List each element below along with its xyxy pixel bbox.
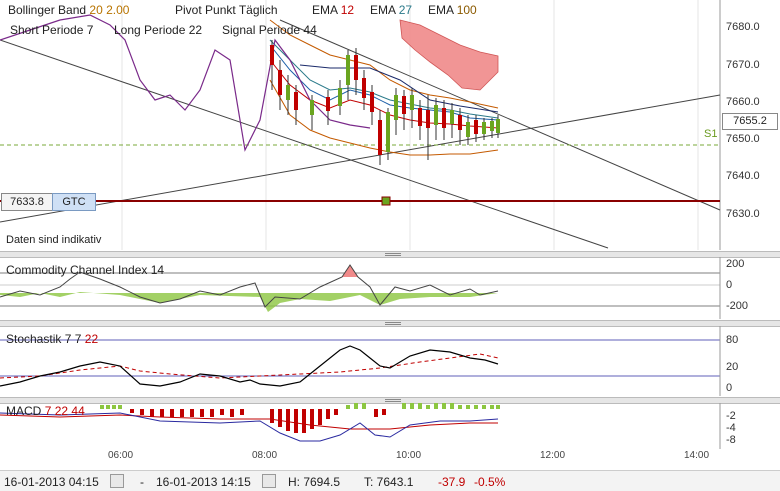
cci-label: Commodity Channel Index 14 — [6, 263, 164, 277]
bollinger-label: Bollinger Band 20 2.00 — [8, 3, 129, 17]
short-name: Short Periode — [10, 23, 84, 37]
stoch-main-line — [0, 345, 499, 387]
calendar-from-icon[interactable] — [110, 474, 124, 488]
date-to: 16-01-2013 14:15 — [156, 475, 251, 489]
stoch-chart — [0, 326, 721, 396]
price-tick: 7640.0 — [726, 170, 760, 182]
cloud-area — [399, 19, 499, 91]
high-value: H: 7694.5 — [288, 475, 341, 489]
date-from: 16-01-2013 04:15 — [4, 475, 99, 489]
signal-name: Signal Periode — [222, 23, 301, 37]
stoch-name: Stochastik — [6, 332, 62, 346]
short-value: 7 — [86, 23, 94, 37]
order-price-box[interactable]: 7633.8 — [1, 193, 53, 211]
ema12-name: EMA — [312, 3, 338, 17]
current-price-badge: 7655.2 — [722, 113, 778, 130]
footer-bar: 16-01-2013 04:15 - 16-01-2013 14:15 H: 7… — [0, 470, 780, 491]
ema27-value: 27 — [398, 3, 413, 17]
macd-histogram — [100, 403, 500, 433]
pivot-label: Pivot Punkt Täglich — [175, 3, 278, 17]
signal-value: 44 — [303, 23, 317, 37]
pivot-s1-label: S1 — [704, 128, 718, 140]
long-value: 22 — [188, 23, 203, 37]
stoch-signal-line — [0, 353, 499, 379]
ema27-name: EMA — [370, 3, 396, 17]
price-tick: 7660.0 — [726, 96, 760, 108]
cci-tick: -200 — [726, 300, 749, 312]
macd-chart — [0, 403, 721, 449]
order-marker — [381, 196, 391, 206]
macd-signal: 44 — [71, 404, 85, 418]
cci-negative-fill — [0, 292, 498, 312]
trendline-down-2 — [279, 19, 721, 211]
order-type-button[interactable]: GTC — [52, 193, 96, 211]
long-name: Long Periode — [114, 23, 186, 37]
stoch-tick: 20 — [726, 361, 739, 373]
ema12-value: 12 — [340, 3, 355, 17]
stoch-label: Stochastik 7 7 22 — [6, 332, 98, 346]
ema27-label: EMA 27 — [370, 3, 412, 17]
bollinger-period: 20 — [89, 3, 103, 17]
macd-pane[interactable]: MACD 7 22 44 -2 -4 -8 — [0, 403, 780, 449]
macd-fast: 7 — [44, 404, 52, 418]
price-tick: 7670.0 — [726, 59, 760, 71]
price-pane[interactable]: Bollinger Band 20 2.00 Pivot Punkt Tägli… — [0, 0, 780, 250]
cci-name: Commodity Channel Index — [6, 263, 148, 277]
stoch-tick: 80 — [726, 334, 739, 346]
short-period-label: Short Periode 7 — [10, 23, 93, 37]
x-axis-label: 08:00 — [252, 450, 278, 461]
calendar-to-icon[interactable] — [262, 474, 276, 488]
x-axis-label: 06:00 — [108, 450, 134, 461]
price-tick: 7630.0 — [726, 208, 760, 220]
low-value: T: 7643.1 — [364, 475, 414, 489]
macd-label: MACD 7 22 44 — [6, 404, 85, 418]
indicative-note: Daten sind indikativ — [6, 234, 102, 246]
cci-tick: 0 — [726, 279, 733, 291]
cci-positive-fill — [342, 265, 358, 277]
ema12-label: EMA 12 — [312, 3, 354, 17]
long-period-label: Long Periode 22 — [114, 23, 202, 37]
stoch-slow: 7 — [74, 332, 82, 346]
stoch-d: 22 — [84, 332, 99, 346]
macd-name: MACD — [6, 404, 42, 418]
cci-period: 14 — [150, 263, 165, 277]
stoch-k: 7 — [64, 332, 72, 346]
stoch-tick: 0 — [726, 382, 733, 394]
macd-tick: -4 — [726, 422, 736, 434]
macd-tick: -8 — [726, 434, 736, 446]
date-separator: - — [140, 475, 144, 489]
ema100-name: EMA — [428, 3, 454, 17]
price-tick: 7650.0 — [726, 133, 760, 145]
ema100-value: 100 — [456, 3, 477, 17]
cci-pane[interactable]: Commodity Channel Index 14 200 0 -200 — [0, 257, 780, 319]
macd-tick: -2 — [726, 410, 736, 422]
signal-period-label: Signal Periode 44 — [222, 23, 317, 37]
change-percent: -0.5% — [474, 475, 506, 489]
cci-tick: 200 — [726, 258, 745, 270]
price-tick: 7680.0 — [726, 21, 760, 33]
x-axis-label: 14:00 — [684, 450, 710, 461]
bollinger-dev: 2.00 — [106, 3, 130, 17]
trendline-up — [0, 94, 721, 223]
macd-slow: 22 — [54, 404, 69, 418]
trendline-down-1 — [0, 39, 609, 249]
bollinger-name: Bollinger Band — [8, 3, 87, 17]
x-axis-label: 10:00 — [396, 450, 422, 461]
ema100-label: EMA 100 — [428, 3, 477, 17]
price-chart — [0, 0, 721, 250]
change-value: -37.9 — [438, 475, 466, 489]
x-axis-label: 12:00 — [540, 450, 566, 461]
stoch-pane[interactable]: Stochastik 7 7 22 80 20 0 — [0, 326, 780, 396]
